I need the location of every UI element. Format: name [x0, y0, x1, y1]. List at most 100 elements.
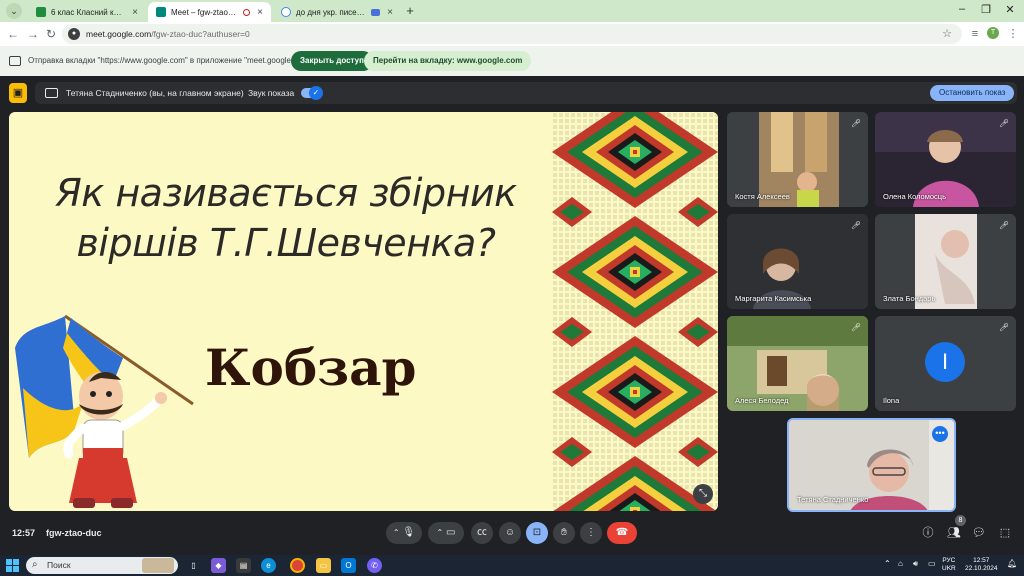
media-controls-icon[interactable]: ≡: [968, 27, 982, 41]
stop-sharing-button[interactable]: Закрыть доступ: [291, 51, 373, 71]
tab-title: Meet – fgw-ztao-duc: [171, 7, 238, 17]
mic-off-icon: 🎤︎: [999, 221, 1010, 230]
profile-avatar[interactable]: Т: [987, 27, 999, 39]
mic-off-icon: 🎤︎: [851, 221, 862, 230]
slide-question: Як називається збірник віршів Т.Г.Шевчен…: [51, 168, 521, 268]
tab-title: до дня укр. писемності та: [296, 7, 366, 17]
people-icon[interactable]: 👥︎: [945, 524, 963, 542]
participant-tile[interactable]: 🎤︎ Маргарита Касимська: [727, 214, 868, 309]
minimize-icon[interactable]: –: [952, 3, 972, 15]
file-explorer-icon[interactable]: ▤: [236, 558, 251, 573]
captions-icon: ㏄: [477, 527, 487, 538]
chat-icon[interactable]: 💬︎: [970, 524, 988, 542]
participant-name: Олена Коломосць: [883, 192, 946, 201]
participant-name: Ilona: [883, 396, 900, 405]
task-view-icon[interactable]: ▯: [186, 558, 201, 573]
participant-tile[interactable]: 🎤︎ Алеся Белодед: [727, 316, 868, 411]
back-icon[interactable]: ←: [6, 26, 20, 42]
participant-name: Злата Бондарь: [883, 294, 936, 303]
taskbar-clock[interactable]: 12:57 22.10.2024: [965, 557, 998, 573]
more-options-button[interactable]: ⋮: [580, 522, 602, 544]
speaker-icon[interactable]: 🔊︎: [913, 559, 918, 569]
expand-icon[interactable]: ⤡: [693, 484, 713, 504]
search-icon: ⌕: [32, 559, 38, 570]
close-window-icon[interactable]: ✕: [1000, 3, 1020, 16]
site-info-icon[interactable]: ●: [68, 28, 80, 40]
language-primary: РУС: [942, 557, 956, 564]
meeting-info-icon[interactable]: ⓘ: [919, 524, 937, 542]
more-options-icon[interactable]: •••: [932, 426, 948, 442]
switch-tab-button[interactable]: Перейти на вкладку: www.google.com: [364, 51, 532, 71]
microphone-icon[interactable]: 🎙︎: [402, 527, 415, 538]
reactions-button[interactable]: ☺: [499, 522, 521, 544]
participant-tile[interactable]: I 🎤︎ Ilona: [875, 316, 1016, 411]
notifications-icon[interactable]: 🔔︎: [1007, 559, 1017, 568]
network-icon[interactable]: ⌂: [898, 559, 903, 568]
close-tab-icon[interactable]: ×: [130, 7, 140, 18]
camera-icon[interactable]: ▭: [446, 527, 455, 538]
activities-icon[interactable]: ⬚: [996, 524, 1014, 542]
battery-icon[interactable]: ▭: [928, 559, 936, 568]
sound-label: Звук показа: [248, 88, 295, 98]
question-line-1: Як називається збірник: [55, 171, 517, 215]
new-tab-button[interactable]: +: [403, 3, 417, 19]
clock-time: 12:57: [973, 557, 990, 564]
participant-tile[interactable]: 🎤︎ Костя Алексеев: [727, 112, 868, 207]
chevron-up-icon[interactable]: ⌃: [393, 528, 400, 537]
slide-answer: Кобзар: [205, 338, 417, 397]
folder-icon[interactable]: ▭: [316, 558, 331, 573]
windows-start-icon[interactable]: [6, 559, 19, 572]
casting-indicator-icon: [371, 8, 380, 16]
search-highlight-icon: [142, 558, 174, 573]
camera-control[interactable]: ⌃ ▭: [428, 522, 464, 544]
screen-share-icon: [9, 56, 21, 66]
participant-name: Костя Алексеев: [735, 192, 790, 201]
present-button[interactable]: ⊡: [526, 522, 548, 544]
captions-button[interactable]: ㏄: [471, 522, 493, 544]
url-text: meet.google.com/fgw-ztao-duc?authuser=0: [86, 29, 250, 39]
chevron-up-icon[interactable]: ⌃: [437, 528, 444, 537]
screen-icon: [45, 88, 58, 98]
restore-icon[interactable]: ❐: [976, 3, 996, 16]
leave-call-button[interactable]: ☎︎: [607, 522, 637, 544]
self-view-tile[interactable]: ••• Тетяна Стадниченко: [787, 418, 956, 512]
meeting-code: fgw-ztao-duc: [46, 528, 102, 538]
presenter-label: Тетяна Стадниченко (вы, на главном экран…: [66, 88, 244, 98]
chrome-icon[interactable]: [290, 558, 305, 573]
forward-icon[interactable]: →: [26, 26, 40, 42]
participant-tile[interactable]: 🎤︎ Злата Бондарь: [875, 214, 1016, 309]
tab-search-dropdown[interactable]: ⌄: [6, 3, 22, 19]
microphone-control[interactable]: ⌃ 🎙︎: [386, 522, 422, 544]
browser-tab-classroom[interactable]: 6 клас Класний керівник: Кузь ×: [28, 2, 146, 22]
browser-tab-google[interactable]: до дня укр. писемності та ×: [273, 2, 401, 22]
present-screen-icon: ⊡: [532, 527, 542, 538]
end-call-icon: ☎︎: [615, 527, 629, 538]
bookmark-star-icon[interactable]: ☆: [942, 27, 952, 40]
participant-name: Тетяна Стадниченко: [797, 495, 869, 504]
taskbar-search[interactable]: ⌕ Поиск: [26, 557, 178, 574]
outlook-icon[interactable]: O: [341, 558, 356, 573]
browser-toolbar: ← → ↻ ● meet.google.com/fgw-ztao-duc?aut…: [0, 22, 1024, 46]
raise-hand-button[interactable]: ✋︎: [553, 522, 575, 544]
presentation-bar: Тетяна Стадниченко (вы, на главном экран…: [35, 82, 1017, 104]
edge-icon[interactable]: e: [261, 558, 276, 573]
address-bar[interactable]: ● meet.google.com/fgw-ztao-duc?authuser=…: [62, 24, 962, 44]
viber-icon[interactable]: ✆: [367, 558, 382, 573]
mic-off-icon: 🎤︎: [851, 323, 862, 332]
close-tab-icon[interactable]: ×: [255, 7, 265, 18]
people-count-badge: 8: [955, 515, 966, 526]
browser-tab-meet[interactable]: Meet – fgw-ztao-duc ×: [148, 2, 271, 22]
reload-icon[interactable]: ↻: [44, 26, 58, 42]
tray-overflow-icon[interactable]: ⌃: [884, 559, 891, 568]
language-secondary: UKR: [942, 565, 956, 572]
stop-presentation-button[interactable]: Остановить показ: [930, 85, 1015, 101]
input-language[interactable]: РУС UKR: [942, 557, 956, 573]
menu-icon[interactable]: ⋮: [1006, 27, 1020, 41]
browser-tab-strip: ⌄ 6 клас Класний керівник: Кузь × Meet –…: [0, 0, 1024, 22]
close-tab-icon[interactable]: ×: [385, 7, 395, 18]
copilot-icon[interactable]: ◆: [211, 558, 226, 573]
recording-indicator-icon: [243, 8, 250, 16]
participant-tile[interactable]: 🎤︎ Олена Коломосць: [875, 112, 1016, 207]
windows-taskbar: ⌕ Поиск ▯ ◆ ▤ e ▭ O ✆ ⌃ ⌂ 🔊︎ ▭ РУС UKR 1…: [0, 555, 1024, 576]
share-audio-toggle[interactable]: ✓: [301, 86, 323, 100]
